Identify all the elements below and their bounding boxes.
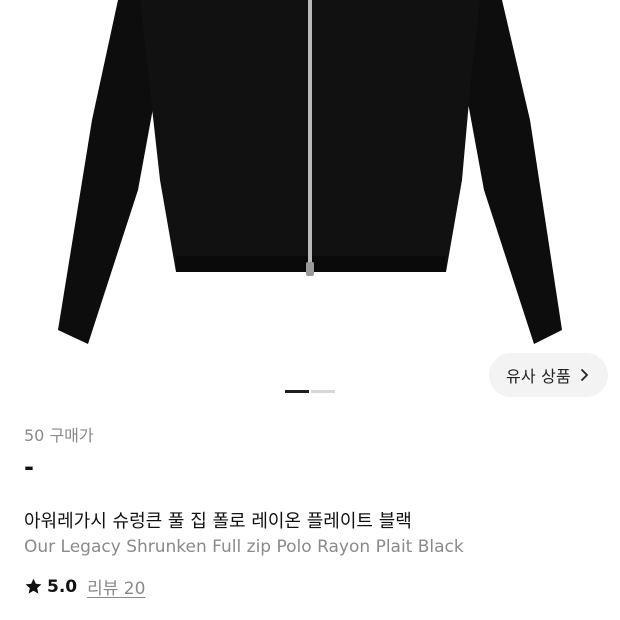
price: - bbox=[24, 453, 34, 481]
star-icon bbox=[24, 577, 43, 596]
rating-row: 5.0 리뷰 20 bbox=[24, 574, 145, 599]
jacket-image bbox=[58, 0, 562, 344]
carousel-dot-active[interactable] bbox=[285, 390, 309, 393]
product-title-ko: 아워레가시 슈렁큰 풀 집 폴로 레이온 플레이트 블랙 bbox=[24, 511, 412, 532]
similar-products-label: 유사 상품 bbox=[506, 367, 571, 386]
left-sleeve bbox=[58, 0, 160, 344]
carousel-indicator bbox=[285, 390, 335, 393]
rating-value: 5.0 bbox=[47, 576, 78, 597]
zipper bbox=[308, 0, 312, 270]
right-sleeve bbox=[462, 0, 562, 344]
purchase-count: 50 구매가 bbox=[24, 426, 94, 445]
zipper-pull bbox=[306, 262, 314, 276]
review-link[interactable]: 리뷰 20 bbox=[87, 574, 145, 599]
carousel-dot[interactable] bbox=[311, 390, 335, 393]
product-image[interactable] bbox=[0, 0, 620, 380]
similar-products-button[interactable]: 유사 상품 bbox=[489, 353, 608, 397]
chevron-right-icon bbox=[577, 368, 591, 382]
product-title-en: Our Legacy Shrunken Full zip Polo Rayon … bbox=[24, 537, 464, 557]
